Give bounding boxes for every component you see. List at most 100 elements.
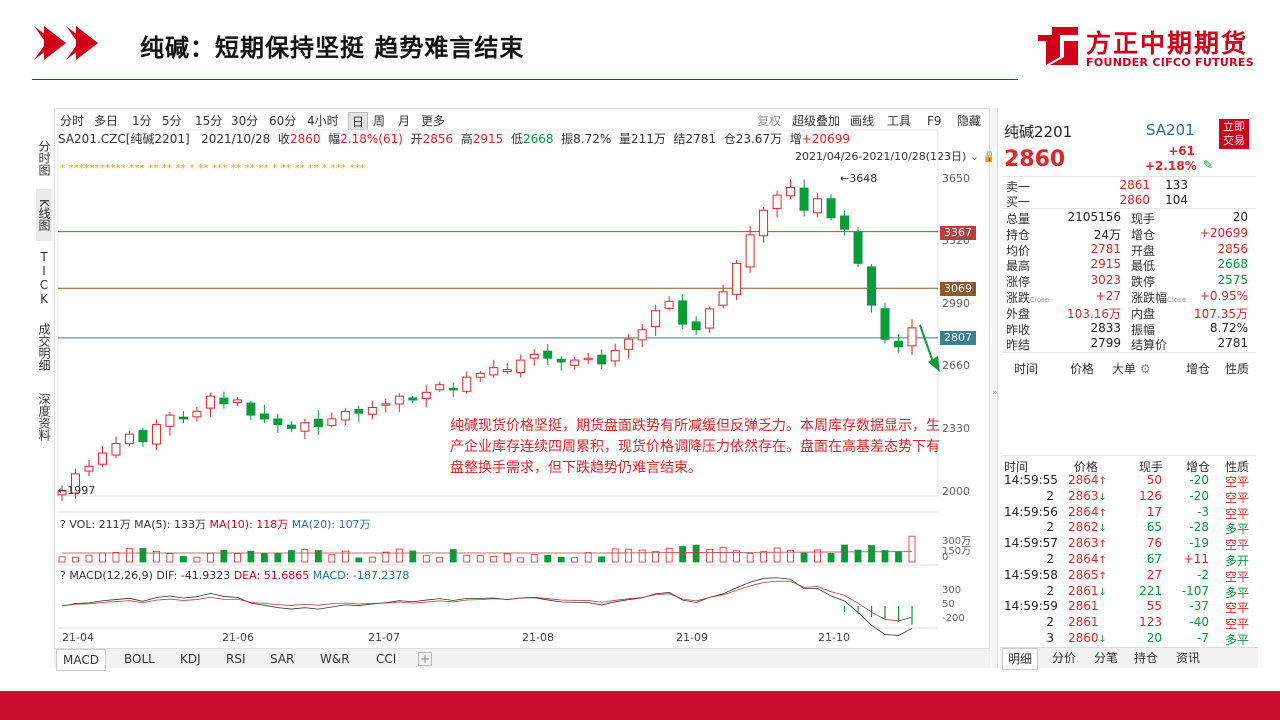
- volume-bar: [99, 552, 106, 563]
- volume-bar: [395, 548, 403, 563]
- volume-bar: [476, 555, 484, 563]
- help-icon[interactable]: ?: [60, 518, 66, 531]
- candle-body: [583, 357, 593, 361]
- pencil-icon[interactable]: ✎: [1203, 158, 1213, 172]
- candle-body: [543, 350, 553, 359]
- vol-ma20: MA(20): 107万: [291, 518, 371, 531]
- tab-kdj[interactable]: KDJ: [180, 649, 201, 669]
- settings-icon[interactable]: ⚙: [1136, 362, 1151, 376]
- close-tag: Close: [1030, 296, 1050, 304]
- volume-bar: [544, 554, 552, 563]
- help-icon[interactable]: ?: [60, 569, 66, 582]
- arrow-up-icon: ↑: [1098, 476, 1107, 487]
- volume-bar: [652, 551, 660, 563]
- column-header: 增仓: [1186, 362, 1211, 376]
- tab-macd[interactable]: MACD: [56, 649, 106, 671]
- candle-body: [691, 321, 701, 331]
- volume-bar: [85, 554, 93, 563]
- high-mark: ←3648: [840, 172, 878, 185]
- tick-nature: 空平: [1225, 617, 1250, 632]
- trade-now-button[interactable]: 立即交易: [1219, 119, 1249, 149]
- column-header: 时间: [1014, 362, 1039, 376]
- tick-nature: 多平: [1225, 522, 1250, 537]
- stat-value: 2915: [1090, 257, 1121, 272]
- tab-rsi[interactable]: RSI: [226, 649, 246, 669]
- tick-volume: 67: [1146, 552, 1162, 566]
- volume-bar: [274, 553, 282, 563]
- candle-body: [421, 391, 431, 399]
- tab-price-dist[interactable]: 分价: [1052, 648, 1076, 668]
- price-line-label: 2807: [940, 331, 976, 345]
- y-tick: 2660: [942, 359, 970, 372]
- column-header: 性质: [1225, 362, 1250, 376]
- x-tick: 21-08: [522, 631, 554, 644]
- candle-body: [732, 262, 742, 295]
- candle-body: [205, 395, 215, 409]
- volume-bar: [611, 548, 619, 563]
- tab-boll[interactable]: BOLL: [124, 649, 155, 669]
- tick-oi-change: -28: [1189, 520, 1209, 535]
- candle-body: [786, 186, 796, 197]
- tab-positions[interactable]: 持仓: [1134, 648, 1158, 668]
- tab-detail[interactable]: 明细: [1002, 648, 1039, 670]
- big-order-list: [1002, 378, 1256, 450]
- candle-body: [354, 409, 364, 414]
- macd-dif: DIF: -41.9323: [156, 569, 231, 582]
- volume-bar: [449, 549, 457, 563]
- candle-body: [259, 413, 269, 420]
- candle-body: [435, 384, 445, 391]
- tick-price: 2860↓: [1068, 631, 1107, 645]
- tick-time: 2: [1046, 552, 1054, 566]
- candle-body: [381, 403, 391, 406]
- tick-time: 14:59:56: [1004, 504, 1058, 519]
- macd-label: MACD(12,26,9): [69, 569, 153, 582]
- candle-body: [880, 308, 890, 340]
- stat-label: 结算价: [1131, 338, 1168, 353]
- candle-body: [111, 443, 121, 456]
- stat-value: +20699: [1199, 225, 1248, 240]
- stat-value: 2668: [1217, 257, 1248, 272]
- x-tick: 21-06: [222, 631, 254, 644]
- column-header[interactable]: 大单 ⚙: [1112, 360, 1151, 377]
- volume-bar: [314, 550, 322, 563]
- volume-bar: [233, 553, 241, 563]
- vol-ma-line: [62, 551, 913, 554]
- candle-body: [597, 354, 607, 365]
- tick-oi-change: -7: [1197, 631, 1209, 645]
- candle-body: [219, 397, 229, 405]
- add-indicator-icon[interactable]: +: [418, 652, 432, 666]
- tab-news[interactable]: 资讯: [1176, 648, 1200, 668]
- tick-nature: 空平: [1225, 569, 1250, 584]
- volume-bar: [841, 544, 848, 563]
- volume-bar: [422, 555, 430, 563]
- stat-value: 20: [1232, 210, 1248, 224]
- volume-bar: [287, 550, 295, 563]
- candle-body: [529, 353, 539, 359]
- volume-bar: [112, 551, 120, 563]
- indicator-tabs: MACD BOLL KDJ RSI SAR W&R CCI +: [54, 648, 990, 671]
- tick-oi-change: -20: [1189, 488, 1209, 503]
- tick-oi-change: -20: [1189, 473, 1209, 487]
- stat-label: 跌停: [1131, 275, 1156, 290]
- volume-bar: [706, 548, 714, 563]
- arrow-up-icon: ↑: [1098, 555, 1107, 566]
- y-tick: 2990: [942, 297, 970, 310]
- stat-value: 2833: [1090, 320, 1121, 335]
- contract-code-link[interactable]: SA201: [1146, 121, 1195, 139]
- candle-body: [448, 387, 458, 391]
- arrow-down-icon: ↓: [1098, 491, 1107, 503]
- price-line-label: 3069: [940, 282, 976, 296]
- trend-arrow-head: [928, 356, 940, 372]
- tick-time: 2: [1046, 488, 1054, 503]
- candle-body: [313, 418, 323, 428]
- stat-value: 103.16万: [1067, 306, 1121, 321]
- tab-cci[interactable]: CCI: [376, 649, 396, 669]
- tick-nature: 多开: [1225, 554, 1250, 568]
- arrow-down-icon: ↓: [1098, 586, 1107, 598]
- tab-wr[interactable]: W&R: [320, 649, 350, 669]
- vol-label: VOL: 211万: [69, 518, 131, 531]
- detail-tabs: 明细 分价 分笔 持仓 资讯: [1000, 647, 1258, 670]
- tab-ticks[interactable]: 分笔: [1094, 648, 1118, 668]
- stat-value: 2781: [1217, 336, 1248, 351]
- tab-sar[interactable]: SAR: [270, 649, 294, 669]
